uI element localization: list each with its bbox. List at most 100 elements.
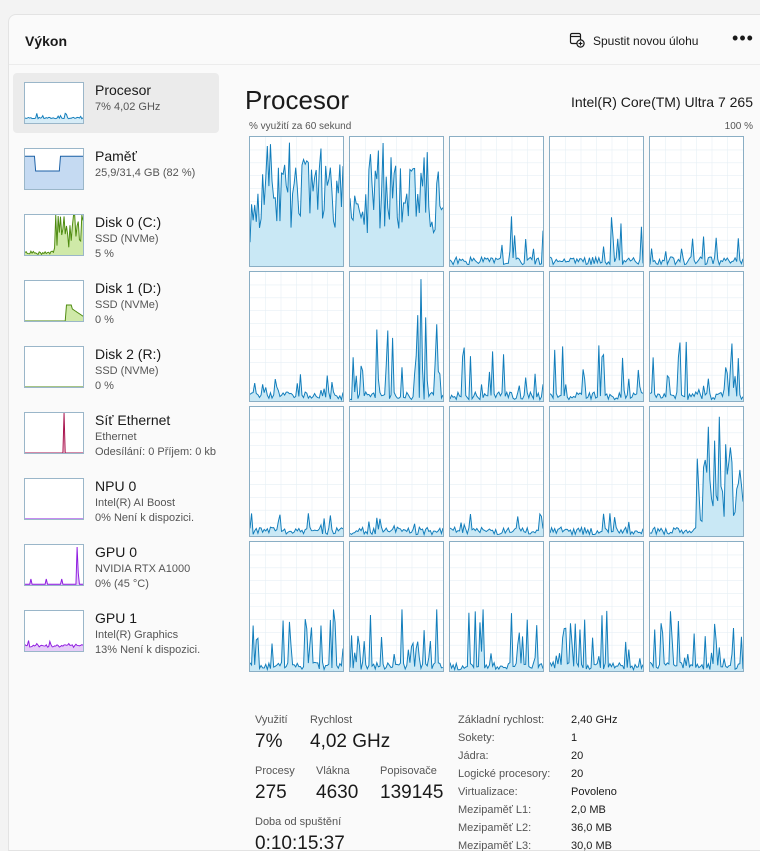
spec-value: Povoleno (571, 786, 617, 798)
sidebar-item-detail: SSD (NVMe) (95, 299, 159, 311)
sidebar-item-detail: Ethernet (95, 431, 137, 443)
utilization-label: Využití (255, 714, 288, 726)
sidebar-item-detail: Intel(R) AI Boost (95, 497, 176, 509)
usage-area (25, 547, 83, 585)
logical-processor-graph (549, 406, 644, 537)
logical-processor-graph (449, 136, 544, 267)
usage-line (25, 546, 83, 585)
speed-label: Rychlost (310, 714, 353, 726)
logical-processor-graph (349, 406, 444, 537)
sidebar-item-detail: 13% Není k dispozici. (95, 644, 201, 656)
threads-label: Vlákna (316, 765, 350, 777)
sidebar-item-disk0[interactable]: Disk 0 (C:) SSD (NVMe) 5 % (13, 205, 219, 265)
sidebar-item-detail: NVIDIA RTX A1000 (95, 563, 191, 575)
sidebar-item-detail: 5 % (95, 248, 114, 260)
logical-processor-graph (449, 271, 544, 402)
logical-processor-graph (549, 541, 644, 672)
spec-label: Sokety: (458, 732, 495, 744)
sidebar-item-name: Disk 0 (C:) (95, 214, 162, 230)
uptime-label: Doba od spuštění (255, 816, 342, 828)
logical-processor-graph (349, 136, 444, 267)
sidebar-item-memory[interactable]: Paměť 25,9/31,4 GB (82 %) (13, 139, 219, 199)
cpu-stats: Využití 7% Rychlost 4,02 GHz Procesy 275… (245, 707, 755, 851)
handles-value: 139145 (380, 782, 444, 803)
memory-mini-graph (24, 148, 84, 190)
sidebar-item-detail: 0% Není k dispozici. (95, 512, 195, 524)
new-task-icon (569, 32, 585, 51)
spec-value: 2,0 MB (571, 804, 606, 816)
sidebar-item-detail: 0% (45 °C) (95, 578, 149, 590)
utilization-value: 7% (255, 731, 283, 752)
sidebar-item-gpu1[interactable]: GPU 1 Intel(R) Graphics 13% Není k dispozi… (13, 601, 219, 661)
usage-line (25, 112, 83, 120)
sidebar-item-name: GPU 0 (95, 544, 138, 560)
net-mini-graph (24, 412, 84, 454)
logical-processor-graph (249, 541, 344, 672)
task-manager-window: Výkon Spustit novou úlohu ••• Procesor 7%… (8, 14, 760, 851)
spec-label: Virtualizace: (458, 786, 518, 798)
disk0-mini-graph (24, 214, 84, 256)
resource-sidebar: Procesor 7% 4,02 GHz Paměť 25,9/31,4 GB (82… (11, 73, 221, 673)
spec-label: Mezipaměť L3: (458, 840, 532, 851)
usage-area (25, 156, 83, 189)
cpu-model-name: Intel(R) Core(TM) Ultra 7 265 (570, 94, 753, 110)
logical-processor-graph (649, 406, 744, 537)
logical-processor-graph (549, 271, 644, 402)
logical-processor-graph (649, 271, 744, 402)
sidebar-item-cpu[interactable]: Procesor 7% 4,02 GHz (13, 73, 219, 133)
logical-processor-graph (549, 136, 644, 267)
processes-label: Procesy (255, 765, 295, 777)
usage-line (25, 413, 83, 453)
sidebar-item-npu[interactable]: NPU 0 Intel(R) AI Boost 0% Není k dispozic… (13, 469, 219, 529)
spec-value: 2,40 GHz (571, 714, 618, 726)
sidebar-item-detail: SSD (NVMe) (95, 365, 159, 377)
logical-processor-graphs (249, 136, 744, 673)
usage-area (25, 413, 83, 453)
logical-processor-graph (249, 271, 344, 402)
spec-label: Základní rychlost: (458, 714, 545, 726)
sidebar-item-detail: Intel(R) Graphics (95, 629, 179, 641)
sidebar-item-disk1[interactable]: Disk 1 (D:) SSD (NVMe) 0 % (13, 271, 219, 331)
spec-value: 36,0 MB (571, 822, 612, 834)
spec-value: 20 (571, 768, 584, 780)
gpu0-mini-graph (24, 544, 84, 586)
speed-value: 4,02 GHz (310, 731, 391, 752)
logical-processor-graph (349, 541, 444, 672)
sidebar-item-disk2[interactable]: Disk 2 (R:) SSD (NVMe) 0 % (13, 337, 219, 397)
sidebar-item-gpu0[interactable]: GPU 0 NVIDIA RTX A1000 0% (45 °C) (13, 535, 219, 595)
gpu1-mini-graph (24, 610, 84, 652)
processes-value: 275 (255, 782, 287, 803)
cpu-mini-graph (24, 82, 84, 124)
disk2-mini-graph (24, 346, 84, 388)
sidebar-item-net[interactable]: Síť Ethernet Ethernet Odesílání: 0 Příjem:… (13, 403, 219, 463)
sidebar-item-detail: Odesílání: 0 Příjem: 0 kb (95, 446, 217, 458)
header-bar: Výkon Spustit novou úlohu ••• (9, 15, 760, 65)
more-options-icon[interactable]: ••• (731, 29, 755, 51)
run-new-task-button[interactable]: Spustit novou úlohu (569, 29, 698, 53)
spec-value: 30,0 MB (571, 840, 612, 851)
spec-label: Jádra: (458, 750, 489, 762)
sidebar-item-name: Disk 1 (D:) (95, 280, 162, 296)
logical-processor-graph (249, 406, 344, 537)
sidebar-item-detail: 0 % (95, 314, 114, 326)
logical-processor-graph (649, 136, 744, 267)
sidebar-item-name: Síť Ethernet (95, 412, 171, 428)
spec-value: 20 (571, 750, 584, 762)
sidebar-item-name: Procesor (95, 82, 152, 98)
uptime-value: 0:10:15:37 (255, 833, 345, 851)
sidebar-item-detail: SSD (NVMe) (95, 233, 159, 245)
graph-caption: % využití za 60 sekund (249, 121, 352, 132)
resource-title: Procesor (245, 85, 350, 115)
sidebar-item-detail: 7% 4,02 GHz (95, 101, 161, 113)
graph-max-label: 100 % (724, 121, 753, 132)
spec-label: Mezipaměť L2: (458, 822, 532, 834)
logical-processor-graph (349, 271, 444, 402)
sidebar-item-detail: 25,9/31,4 GB (82 %) (95, 167, 196, 179)
spec-label: Logické procesory: (458, 768, 551, 780)
sidebar-item-name: Paměť (95, 148, 137, 164)
npu-mini-graph (24, 478, 84, 520)
sidebar-item-name: Disk 2 (R:) (95, 346, 162, 362)
spec-label: Mezipaměť L1: (458, 804, 532, 816)
spec-value: 1 (571, 732, 578, 744)
threads-value: 4630 (316, 782, 359, 803)
